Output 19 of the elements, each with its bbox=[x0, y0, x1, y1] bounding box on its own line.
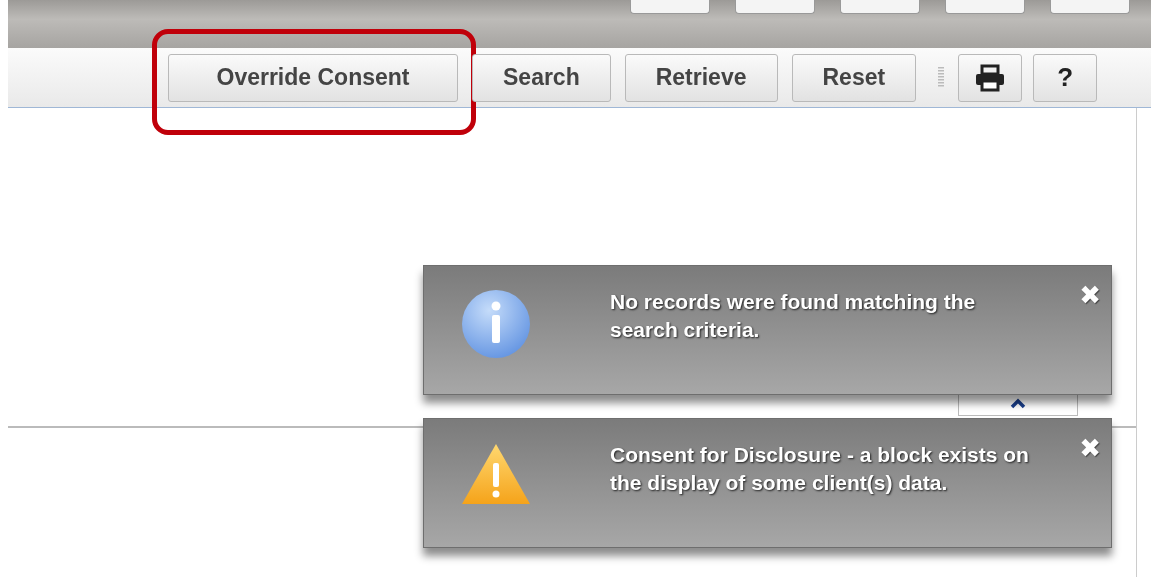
toolbar-button[interactable]: Search bbox=[472, 53, 611, 102]
tab-button[interactable] bbox=[1050, 0, 1130, 14]
close-button[interactable]: ✖ bbox=[1079, 433, 1101, 463]
grip-icon bbox=[938, 66, 945, 89]
chevron-up-icon bbox=[1010, 397, 1026, 409]
tab-button[interactable] bbox=[840, 0, 920, 14]
printer-icon bbox=[974, 63, 1007, 92]
notification-message: Consent for Disclosure - a block exists on the display of some client(s) data. bbox=[610, 442, 1030, 496]
tab-button[interactable] bbox=[630, 0, 710, 14]
toolbar-button[interactable]: Retrieve bbox=[624, 53, 778, 102]
tab-button[interactable] bbox=[735, 0, 815, 14]
print-button[interactable] bbox=[958, 53, 1023, 102]
close-button[interactable]: ✖ bbox=[1079, 280, 1101, 310]
tab-button[interactable] bbox=[945, 0, 1025, 14]
toolbar-button[interactable]: Reset bbox=[791, 53, 917, 102]
toolbar-button[interactable]: Override Consent bbox=[168, 53, 458, 102]
notification-message: No records were found matching the search criteria. bbox=[610, 289, 977, 343]
info-icon bbox=[460, 288, 532, 360]
help-button[interactable]: ? bbox=[1033, 53, 1098, 102]
